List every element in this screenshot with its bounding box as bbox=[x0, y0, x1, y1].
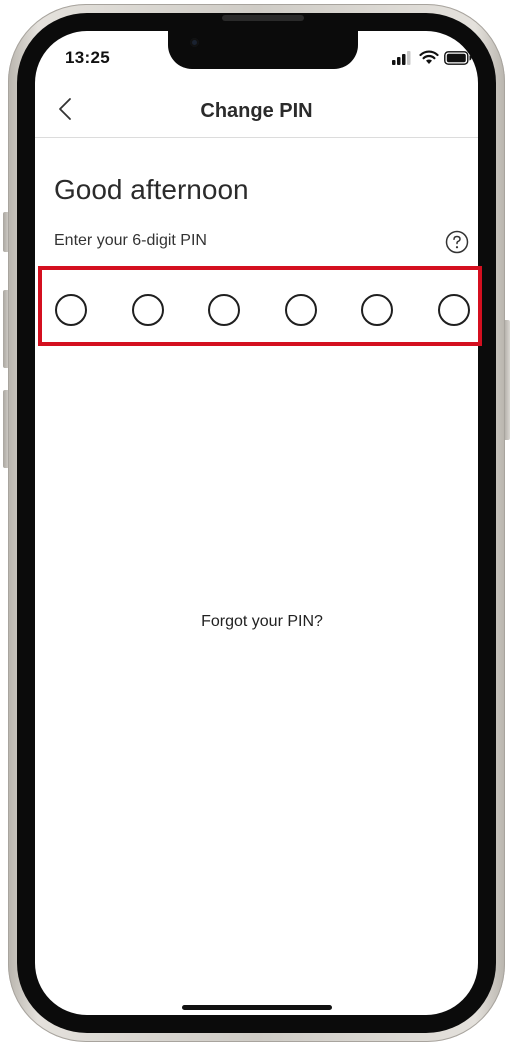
notch bbox=[168, 31, 358, 69]
cellular-signal-icon bbox=[392, 51, 411, 65]
pin-digit-4[interactable] bbox=[285, 294, 317, 326]
pin-prompt-label: Enter your 6-digit PIN bbox=[54, 232, 207, 249]
status-icons bbox=[392, 50, 472, 66]
question-mark-circle-icon bbox=[445, 230, 469, 254]
front-camera bbox=[190, 38, 199, 47]
forgot-pin-link[interactable]: Forgot your PIN? bbox=[0, 613, 513, 631]
battery-icon bbox=[444, 51, 472, 65]
pin-entry-highlight bbox=[38, 266, 482, 346]
status-time: 13:25 bbox=[65, 48, 110, 67]
page-title: Change PIN bbox=[200, 100, 313, 122]
greeting-heading: Good afternoon bbox=[54, 174, 249, 205]
device-mockup: 13:25 Change PIN Good afternoon Enter yo… bbox=[0, 0, 513, 1046]
wifi-icon bbox=[419, 50, 439, 64]
help-button[interactable] bbox=[445, 230, 469, 254]
pin-digit-5[interactable] bbox=[361, 294, 393, 326]
earpiece-speaker bbox=[222, 15, 304, 21]
home-indicator[interactable] bbox=[182, 1005, 332, 1010]
pin-digit-2[interactable] bbox=[132, 294, 164, 326]
pin-digit-1[interactable] bbox=[55, 294, 87, 326]
pin-digit-6[interactable] bbox=[438, 294, 470, 326]
header-divider bbox=[35, 137, 478, 138]
pin-digit-3[interactable] bbox=[208, 294, 240, 326]
